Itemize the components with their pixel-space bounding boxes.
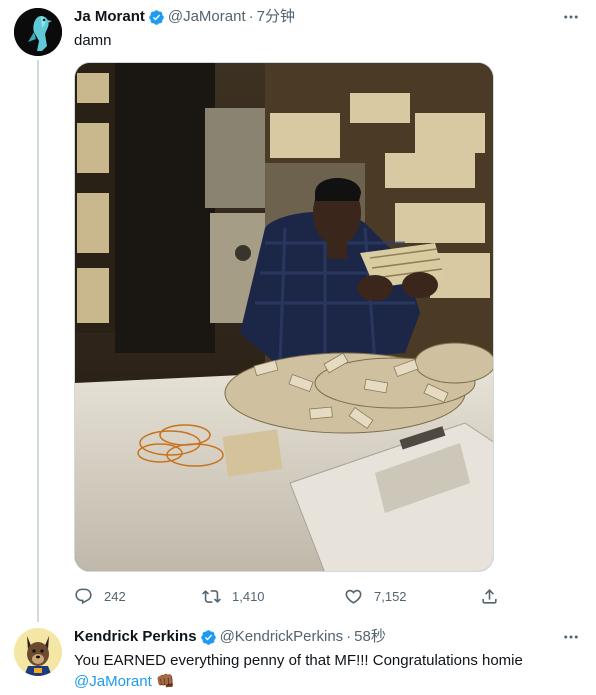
author-handle[interactable]: @KendrickPerkins [220, 627, 344, 647]
share-button[interactable] [480, 582, 510, 610]
avatar-ja-morant[interactable] [14, 8, 62, 56]
author-handle[interactable]: @JaMorant [168, 7, 246, 27]
tweet-text: damn [74, 32, 112, 49]
more-options-button[interactable] [560, 626, 582, 648]
like-count: 7,152 [374, 588, 407, 604]
like-button[interactable]: 7,152 [344, 582, 407, 610]
fist-emoji: 👊🏾 [155, 673, 175, 690]
retweet-icon [202, 589, 221, 603]
mention-link[interactable]: @JaMorant [74, 673, 152, 690]
tweet-photo[interactable] [74, 62, 494, 572]
avatar-kendrick-perkins[interactable] [14, 628, 62, 676]
separator-dot: · [248, 8, 254, 25]
separator-dot: · [346, 628, 352, 645]
author-name[interactable]: Ja Morant [74, 7, 145, 27]
more-options-button[interactable] [560, 6, 582, 28]
reply-count: 242 [104, 588, 126, 604]
more-horizontal-icon [564, 15, 578, 19]
reply-icon [75, 588, 92, 604]
retweet-count: 1,410 [232, 588, 265, 604]
reply-button[interactable]: 242 [74, 582, 126, 610]
verified-badge-icon [148, 9, 165, 26]
thread-connector-line [37, 60, 39, 622]
tweet-timestamp[interactable]: 58秒 [354, 627, 386, 647]
tweet-actions: 242 1,410 7,152 [74, 582, 504, 610]
verified-badge-icon [200, 629, 217, 646]
heart-icon [345, 589, 362, 604]
tweet-timestamp[interactable]: 7分钟 [257, 7, 295, 27]
author-name[interactable]: Kendrick Perkins [74, 627, 197, 647]
tweet-header: Ja Morant @JaMorant · 7分钟 [74, 7, 295, 27]
share-icon [482, 588, 497, 604]
tweet-text-body: You EARNED everything penny of that MF!!… [74, 652, 523, 669]
tweet-ja-morant[interactable]: Ja Morant @JaMorant · 7分钟 damn 242 1,410… [0, 0, 596, 622]
tweet-text: You EARNED everything penny of that MF!!… [74, 650, 584, 692]
tweet-header: Kendrick Perkins @KendrickPerkins · 58秒 [74, 627, 386, 647]
more-horizontal-icon [564, 635, 578, 639]
retweet-button[interactable]: 1,410 [202, 582, 265, 610]
